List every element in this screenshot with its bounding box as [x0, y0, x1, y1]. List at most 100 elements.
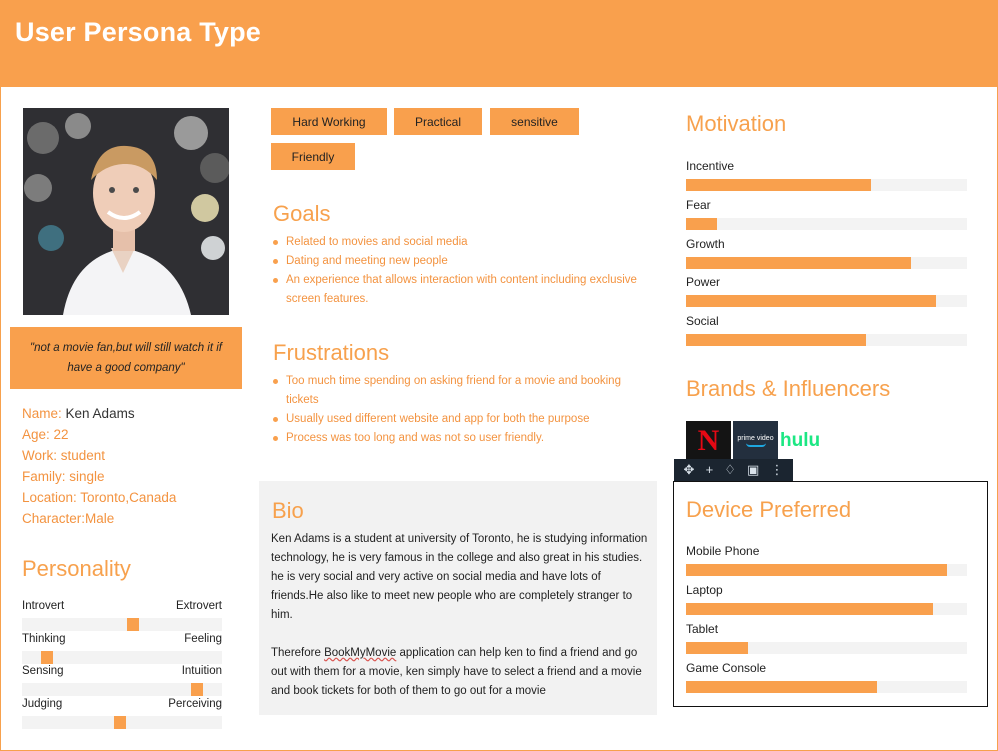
location-row: Location: Toronto,Canada	[22, 490, 177, 505]
list-item: Too much time spending on asking friend …	[271, 372, 641, 410]
bar-fill	[686, 603, 934, 615]
name-value: Ken Adams	[65, 406, 135, 421]
image-icon[interactable]: ▣	[747, 459, 759, 481]
list-item: Dating and meeting new people	[271, 252, 641, 271]
age-row: Age: 22	[22, 427, 69, 442]
bio-paragraph-1: Ken Adams is a student at university of …	[271, 533, 648, 621]
devices-title: Device Preferred	[686, 497, 852, 522]
motivation-social: Social	[686, 314, 967, 346]
bio-title: Bio	[272, 498, 304, 523]
motivation-power: Power	[686, 275, 967, 307]
trait-slider[interactable]	[22, 651, 222, 664]
motivation-incentive: Incentive	[686, 159, 967, 191]
bar-label: Laptop	[686, 583, 723, 597]
bio-text: Therefore	[271, 647, 325, 659]
goals-list: Related to movies and social media Datin…	[271, 233, 641, 309]
device-tablet: Tablet	[686, 622, 967, 654]
bar-fill	[686, 564, 948, 576]
persona-photo	[23, 108, 229, 315]
bar-fill	[686, 295, 937, 307]
bar-label: Mobile Phone	[686, 544, 760, 558]
more-icon[interactable]: ⋮	[770, 459, 783, 481]
trait-right-label: Feeling	[184, 633, 222, 645]
bar-track	[686, 179, 967, 191]
motivation-title: Motivation	[686, 111, 787, 136]
hulu-text: hulu	[780, 429, 821, 451]
list-item: Related to movies and social media	[271, 233, 641, 252]
drop-icon[interactable]: ♢	[724, 459, 736, 481]
family-row: Family: single	[22, 469, 105, 484]
device-mobile: Mobile Phone	[686, 544, 967, 576]
trait-judging-perceiving: Judging Perceiving	[22, 698, 222, 729]
netflix-letter: N	[697, 423, 720, 457]
trait-slider[interactable]	[22, 716, 222, 729]
netflix-logo: N	[686, 421, 731, 460]
prime-video-logo: prime video	[733, 421, 778, 460]
motivation-growth: Growth	[686, 237, 967, 269]
brands-title: Brands & Influencers	[686, 376, 891, 401]
persona-quote: "not a movie fan,but will still watch it…	[30, 342, 222, 374]
bar-fill	[686, 257, 911, 269]
bar-track	[686, 295, 967, 307]
trait-left-label: Introvert	[22, 600, 65, 612]
trait-left-label: Judging	[22, 698, 63, 710]
work-row: Work: student	[22, 448, 106, 463]
tag-hard-working: Hard Working	[271, 108, 387, 135]
tag-friendly: Friendly	[271, 143, 355, 170]
page-title: User Persona Type	[15, 17, 262, 47]
motivation-fear: Fear	[686, 198, 967, 230]
bar-track	[686, 257, 967, 269]
bar-fill	[686, 334, 866, 346]
bar-track	[686, 218, 967, 230]
bio-paragraph-2: Therefore BookMyMovie application can he…	[271, 644, 651, 701]
tag-sensitive: sensitive	[490, 108, 579, 135]
plus-icon[interactable]: +	[706, 459, 714, 481]
bar-label: Tablet	[686, 622, 719, 636]
character-row: Character:Male	[22, 511, 115, 526]
app-name: BookMyMovie	[324, 647, 397, 659]
bar-fill	[686, 681, 878, 693]
bar-track	[686, 642, 967, 654]
device-laptop: Laptop	[686, 583, 967, 615]
trait-slider[interactable]	[22, 618, 222, 631]
bar-fill	[686, 179, 872, 191]
profile-info: Name: Ken Adams Age: 22 Work: student Fa…	[22, 403, 176, 529]
goals-title: Goals	[273, 201, 331, 226]
bar-track	[686, 681, 967, 693]
bar-label: Social	[686, 314, 719, 328]
trait-right-label: Perceiving	[168, 698, 222, 710]
bar-label: Incentive	[686, 159, 735, 173]
bar-label: Game Console	[686, 661, 767, 675]
trait-left-label: Sensing	[22, 665, 64, 677]
trait-sensing-intuition: Sensing Intuition	[22, 665, 222, 696]
list-item: Process was too long and was not so user…	[271, 429, 641, 448]
name-row: Name: Ken Adams	[22, 403, 176, 424]
trait-knob[interactable]	[114, 716, 126, 729]
personality-title: Personality	[22, 556, 131, 581]
trait-right-label: Intuition	[181, 665, 222, 677]
bar-track	[686, 334, 967, 346]
trait-knob[interactable]	[127, 618, 139, 631]
tag-practical: Practical	[394, 108, 482, 135]
list-item: Usually used different website and app f…	[271, 410, 641, 429]
bar-label: Fear	[686, 198, 711, 212]
trait-knob[interactable]	[191, 683, 203, 696]
bar-label: Power	[686, 275, 721, 289]
list-item: An experience that allows interaction wi…	[271, 271, 641, 309]
quote-box: "not a movie fan,but will still watch it…	[10, 327, 242, 389]
bar-track	[686, 603, 967, 615]
trait-slider[interactable]	[22, 683, 222, 696]
bar-track	[686, 564, 967, 576]
move-icon[interactable]: ✥	[684, 459, 695, 481]
image-edit-toolbar: ✥ + ♢ ▣ ⋮	[674, 459, 793, 481]
frustrations-title: Frustrations	[273, 340, 390, 365]
prime-text: prime video	[737, 434, 774, 442]
prime-smile-icon	[745, 443, 766, 447]
trait-left-label: Thinking	[22, 633, 66, 645]
trait-introvert-extrovert: Introvert Extrovert	[22, 600, 222, 631]
frustrations-list: Too much time spending on asking friend …	[271, 372, 641, 448]
trait-right-label: Extrovert	[175, 600, 222, 612]
trait-thinking-feeling: Thinking Feeling	[22, 633, 222, 664]
bar-label: Growth	[686, 237, 725, 251]
trait-knob[interactable]	[41, 651, 53, 664]
